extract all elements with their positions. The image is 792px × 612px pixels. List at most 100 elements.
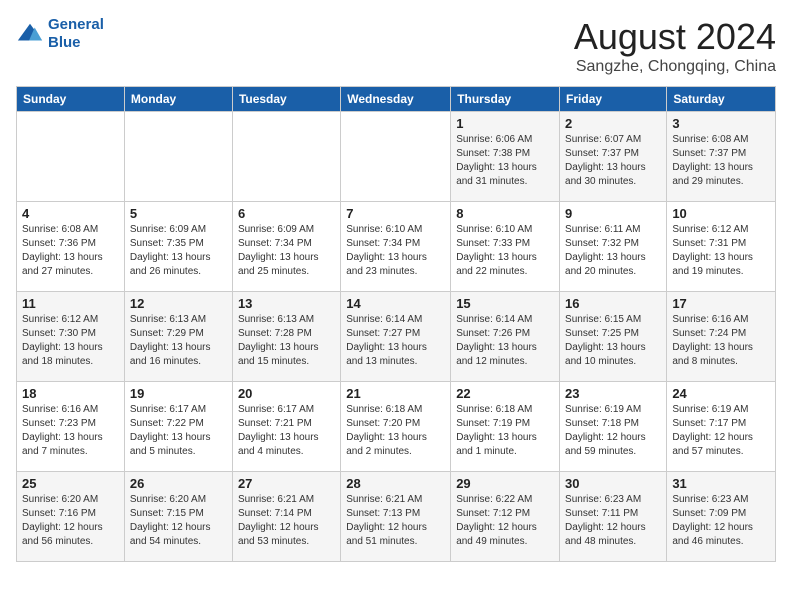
- calendar-day-cell: 24Sunrise: 6:19 AM Sunset: 7:17 PM Dayli…: [667, 382, 776, 472]
- day-info: Sunrise: 6:20 AM Sunset: 7:16 PM Dayligh…: [22, 493, 119, 549]
- day-number: 23: [565, 386, 661, 401]
- day-number: 27: [238, 476, 335, 491]
- calendar-day-cell: 17 Sunrise: 6:16 AM Sunset: 7:24 PM Dayli…: [667, 292, 776, 382]
- day-number: 20: [238, 386, 335, 401]
- day-number: 5: [130, 206, 227, 221]
- day-info: Sunrise: 6:13 AM Sunset: 7:29 PM Dayligh…: [130, 313, 227, 369]
- calendar-table: SundayMondayTuesdayWednesdayThursdayFrid…: [16, 86, 776, 562]
- day-number: 6: [238, 206, 335, 221]
- calendar-day-cell: 3 Sunrise: 6:08 AM Sunset: 7:37 PM Daylig…: [667, 112, 776, 202]
- day-number: 13: [238, 296, 335, 311]
- calendar-day-cell: 7Sunrise: 6:10 AM Sunset: 7:34 PM Daylig…: [341, 202, 451, 292]
- calendar-day-cell: 6 Sunrise: 6:09 AM Sunset: 7:34 PM Daylig…: [232, 202, 340, 292]
- day-info: Sunrise: 6:08 AM Sunset: 7:36 PM Dayligh…: [22, 223, 119, 279]
- day-number: 26: [130, 476, 227, 491]
- calendar-day-cell: 16 Sunrise: 6:15 AM Sunset: 7:25 PM Dayli…: [560, 292, 667, 382]
- day-info: Sunrise: 6:15 AM Sunset: 7:25 PM Dayligh…: [565, 313, 661, 369]
- calendar-day-cell: 13 Sunrise: 6:13 AM Sunset: 7:28 PM Dayli…: [232, 292, 340, 382]
- day-info: Sunrise: 6:14 AM Sunset: 7:27 PM Dayligh…: [346, 313, 445, 369]
- calendar-day-cell: 19 Sunrise: 6:17 AM Sunset: 7:22 PM Dayli…: [124, 382, 232, 472]
- day-of-week-header: Tuesday: [232, 87, 340, 112]
- day-number: 19: [130, 386, 227, 401]
- day-of-week-header: Thursday: [451, 87, 560, 112]
- calendar-day-cell: 31Sunrise: 6:23 AM Sunset: 7:09 PM Dayli…: [667, 472, 776, 562]
- day-info: Sunrise: 6:17 AM Sunset: 7:21 PM Dayligh…: [238, 403, 335, 459]
- day-info: Sunrise: 6:22 AM Sunset: 7:12 PM Dayligh…: [456, 493, 554, 549]
- day-info: Sunrise: 6:07 AM Sunset: 7:37 PM Dayligh…: [565, 133, 661, 189]
- day-info: Sunrise: 6:19 AM Sunset: 7:17 PM Dayligh…: [672, 403, 770, 459]
- page-header: General Blue August 2024 Sangzhe, Chongq…: [16, 16, 776, 76]
- day-info: Sunrise: 6:12 AM Sunset: 7:31 PM Dayligh…: [672, 223, 770, 279]
- day-number: 30: [565, 476, 661, 491]
- calendar-day-cell: 15 Sunrise: 6:14 AM Sunset: 7:26 PM Dayli…: [451, 292, 560, 382]
- calendar-day-cell: 30Sunrise: 6:23 AM Sunset: 7:11 PM Dayli…: [560, 472, 667, 562]
- day-number: 17: [672, 296, 770, 311]
- title-block: August 2024 Sangzhe, Chongqing, China: [574, 16, 776, 76]
- day-info: Sunrise: 6:19 AM Sunset: 7:18 PM Dayligh…: [565, 403, 661, 459]
- calendar-week-row: 11Sunrise: 6:12 AM Sunset: 7:30 PM Dayli…: [17, 292, 776, 382]
- day-number: 9: [565, 206, 661, 221]
- calendar-header-row: SundayMondayTuesdayWednesdayThursdayFrid…: [17, 87, 776, 112]
- day-of-week-header: Monday: [124, 87, 232, 112]
- day-info: Sunrise: 6:11 AM Sunset: 7:32 PM Dayligh…: [565, 223, 661, 279]
- day-info: Sunrise: 6:10 AM Sunset: 7:33 PM Dayligh…: [456, 223, 554, 279]
- calendar-day-cell: 22 Sunrise: 6:18 AM Sunset: 7:19 PM Dayli…: [451, 382, 560, 472]
- day-info: Sunrise: 6:16 AM Sunset: 7:24 PM Dayligh…: [672, 313, 770, 369]
- calendar-day-cell: 5Sunrise: 6:09 AM Sunset: 7:35 PM Daylig…: [124, 202, 232, 292]
- calendar-day-cell: 21 Sunrise: 6:18 AM Sunset: 7:20 PM Dayli…: [341, 382, 451, 472]
- day-number: 12: [130, 296, 227, 311]
- day-of-week-header: Friday: [560, 87, 667, 112]
- day-number: 11: [22, 296, 119, 311]
- day-number: 7: [346, 206, 445, 221]
- day-info: Sunrise: 6:14 AM Sunset: 7:26 PM Dayligh…: [456, 313, 554, 369]
- calendar-day-cell: 8Sunrise: 6:10 AM Sunset: 7:33 PM Daylig…: [451, 202, 560, 292]
- day-number: 4: [22, 206, 119, 221]
- day-number: 25: [22, 476, 119, 491]
- calendar-day-cell: 11Sunrise: 6:12 AM Sunset: 7:30 PM Dayli…: [17, 292, 125, 382]
- calendar-day-cell: 2Sunrise: 6:07 AM Sunset: 7:37 PM Daylig…: [560, 112, 667, 202]
- calendar-week-row: 4 Sunrise: 6:08 AM Sunset: 7:36 PM Daylig…: [17, 202, 776, 292]
- calendar-day-cell: 28 Sunrise: 6:21 AM Sunset: 7:13 PM Dayli…: [341, 472, 451, 562]
- day-of-week-header: Wednesday: [341, 87, 451, 112]
- day-info: Sunrise: 6:23 AM Sunset: 7:09 PM Dayligh…: [672, 493, 770, 549]
- calendar-day-cell: [341, 112, 451, 202]
- calendar-day-cell: 27 Sunrise: 6:21 AM Sunset: 7:14 PM Dayli…: [232, 472, 340, 562]
- calendar-day-cell: [17, 112, 125, 202]
- day-number: 3: [672, 116, 770, 131]
- day-info: Sunrise: 6:21 AM Sunset: 7:14 PM Dayligh…: [238, 493, 335, 549]
- day-number: 10: [672, 206, 770, 221]
- calendar-day-cell: 12 Sunrise: 6:13 AM Sunset: 7:29 PM Dayli…: [124, 292, 232, 382]
- day-of-week-header: Sunday: [17, 87, 125, 112]
- day-number: 1: [456, 116, 554, 131]
- day-info: Sunrise: 6:09 AM Sunset: 7:34 PM Dayligh…: [238, 223, 335, 279]
- calendar-week-row: 18 Sunrise: 6:16 AM Sunset: 7:23 PM Dayli…: [17, 382, 776, 472]
- day-info: Sunrise: 6:18 AM Sunset: 7:20 PM Dayligh…: [346, 403, 445, 459]
- day-number: 15: [456, 296, 554, 311]
- day-number: 29: [456, 476, 554, 491]
- location-title: Sangzhe, Chongqing, China: [574, 58, 776, 76]
- day-info: Sunrise: 6:13 AM Sunset: 7:28 PM Dayligh…: [238, 313, 335, 369]
- calendar-week-row: 1 Sunrise: 6:06 AM Sunset: 7:38 PM Daylig…: [17, 112, 776, 202]
- day-info: Sunrise: 6:21 AM Sunset: 7:13 PM Dayligh…: [346, 493, 445, 549]
- day-number: 28: [346, 476, 445, 491]
- day-number: 16: [565, 296, 661, 311]
- day-number: 18: [22, 386, 119, 401]
- day-info: Sunrise: 6:06 AM Sunset: 7:38 PM Dayligh…: [456, 133, 554, 189]
- calendar-day-cell: 14 Sunrise: 6:14 AM Sunset: 7:27 PM Dayli…: [341, 292, 451, 382]
- day-info: Sunrise: 6:08 AM Sunset: 7:37 PM Dayligh…: [672, 133, 770, 189]
- day-info: Sunrise: 6:20 AM Sunset: 7:15 PM Dayligh…: [130, 493, 227, 549]
- day-info: Sunrise: 6:18 AM Sunset: 7:19 PM Dayligh…: [456, 403, 554, 459]
- day-info: Sunrise: 6:17 AM Sunset: 7:22 PM Dayligh…: [130, 403, 227, 459]
- day-number: 22: [456, 386, 554, 401]
- logo-icon: [16, 20, 44, 48]
- calendar-day-cell: 18 Sunrise: 6:16 AM Sunset: 7:23 PM Dayli…: [17, 382, 125, 472]
- day-number: 14: [346, 296, 445, 311]
- calendar-day-cell: 1 Sunrise: 6:06 AM Sunset: 7:38 PM Daylig…: [451, 112, 560, 202]
- logo: General Blue: [16, 16, 104, 52]
- calendar-day-cell: 10 Sunrise: 6:12 AM Sunset: 7:31 PM Dayli…: [667, 202, 776, 292]
- day-info: Sunrise: 6:16 AM Sunset: 7:23 PM Dayligh…: [22, 403, 119, 459]
- calendar-day-cell: 20 Sunrise: 6:17 AM Sunset: 7:21 PM Dayli…: [232, 382, 340, 472]
- calendar-day-cell: 29 Sunrise: 6:22 AM Sunset: 7:12 PM Dayli…: [451, 472, 560, 562]
- calendar-day-cell: [232, 112, 340, 202]
- day-number: 21: [346, 386, 445, 401]
